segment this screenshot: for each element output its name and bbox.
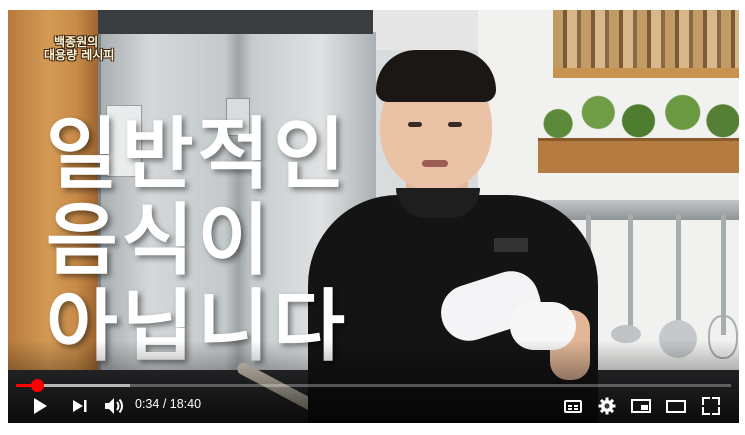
play-icon [34, 398, 47, 414]
current-time: 0:34 [135, 397, 160, 411]
miniplayer-icon [631, 399, 651, 413]
next-button[interactable] [68, 394, 92, 418]
spice-jars [553, 10, 739, 74]
miniplayer-button[interactable] [628, 394, 654, 418]
volume-icon [105, 398, 123, 414]
theater-mode-button[interactable] [663, 394, 689, 418]
cabinet-shadow [98, 10, 373, 34]
play-button[interactable] [28, 394, 52, 418]
chef-hair [376, 50, 496, 102]
chef-mouth [422, 160, 448, 167]
wooden-planter [538, 138, 648, 173]
wooden-planter [648, 138, 739, 173]
subtitles-icon [564, 399, 582, 413]
next-icon [73, 400, 87, 412]
caption-line: 일반적인 [46, 110, 350, 200]
caption-line: 음식이 [46, 196, 274, 286]
channel-logo-line2: 대용량 레시피 [44, 48, 115, 63]
video-player[interactable]: 백종원의 대용량 레시피 일반적인 음식이 아닙니다 0:34 / 18:40 [8, 10, 739, 423]
utensil [676, 215, 681, 325]
chef-eye [408, 122, 422, 127]
fullscreen-icon [702, 397, 720, 415]
utensil-rail [538, 200, 739, 220]
utensil [628, 215, 633, 333]
duration: 18:40 [169, 397, 202, 411]
time-separator: / [159, 397, 170, 411]
settings-gear-icon [598, 397, 616, 415]
channel-logo: 백종원의 대용량 레시피 [44, 35, 138, 63]
subtitles-button[interactable] [560, 394, 586, 418]
time-display: 0:34 / 18:40 [135, 397, 201, 411]
theater-mode-icon [666, 399, 686, 413]
volume-button[interactable] [101, 394, 129, 418]
fullscreen-button[interactable] [698, 394, 724, 418]
jacket-logo [494, 238, 528, 252]
progress-bar[interactable] [16, 379, 731, 392]
chef-eye [448, 122, 462, 127]
video-caption: 일반적인 음식이 아닙니다 [46, 112, 366, 370]
spice-shelf [553, 68, 739, 78]
settings-button[interactable] [594, 394, 620, 418]
